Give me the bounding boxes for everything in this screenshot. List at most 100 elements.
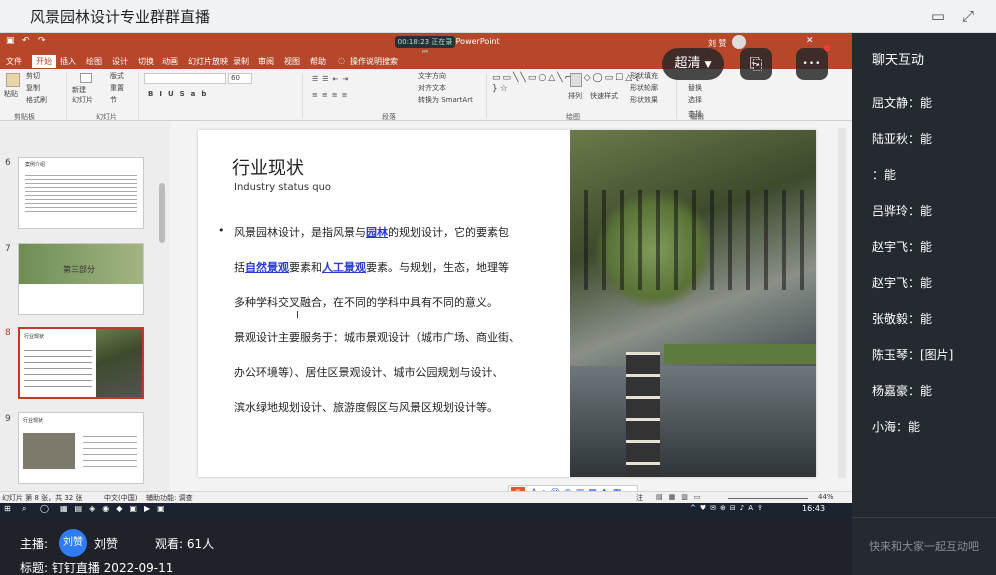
thumb-slide-9: 行业现状 xyxy=(18,412,144,484)
landscape-photo xyxy=(570,130,816,477)
thumb-caption: 行业现状 xyxy=(23,418,44,424)
save-icon: ▣ xyxy=(6,36,15,46)
slide-scrollbar[interactable] xyxy=(838,128,846,478)
ribbon-divider xyxy=(302,73,303,119)
fullscreen-icon[interactable]: ⤢ xyxy=(958,6,978,26)
thumbnail-scrollbar[interactable] xyxy=(159,183,165,243)
share-icon[interactable]: ⎘ xyxy=(740,48,772,80)
menu-home: 开始 xyxy=(32,55,56,68)
format-painter-label: 格式刷 xyxy=(26,96,47,104)
system-tray-icons: ^♥✉⊕⊟♪A⇪ xyxy=(690,504,767,512)
thumb-slide-6: 案例介绍 xyxy=(18,157,144,229)
menu-transitions: 切换 xyxy=(138,57,154,66)
select-label: 选择 xyxy=(688,96,702,104)
menu-help: 帮助 xyxy=(310,57,326,66)
link-artificial-landscape[interactable]: 人工景观 xyxy=(322,261,366,274)
chat-message: 陆亚秋：能 xyxy=(872,132,933,146)
picture-in-picture-icon[interactable]: ▭ xyxy=(928,6,948,26)
thumb-slide-8-selected[interactable]: 行业现状 xyxy=(18,327,144,399)
video-area: ▣ ↶ ↷ ...PowerPoint 00:18:23 正在录屏 刘 赞 ✕ … xyxy=(0,33,852,517)
new-slide-icon xyxy=(80,73,92,83)
shape-outline-label: 形状轮廓 xyxy=(630,84,658,92)
ribbon-divider xyxy=(66,73,67,119)
link-natural-landscape[interactable]: 自然景观 xyxy=(245,261,289,274)
notification-dot xyxy=(824,45,830,51)
more-button[interactable]: ••• xyxy=(796,48,828,80)
text: 要素。与规划，生态，地理等 xyxy=(366,261,509,274)
chevron-down-icon: ▼ xyxy=(704,60,712,70)
slide-thumbnail-pane: 6 案例介绍 7 第三部分 8 行业现状 9 行业现状 xyxy=(0,122,170,517)
quality-label: 超清 xyxy=(674,56,701,71)
search-icon: ⌕ xyxy=(22,504,27,513)
thumb-caption: 行业现状 xyxy=(24,334,45,340)
group-editing: 编辑 xyxy=(690,113,704,121)
new-slide-label: 新建 幻灯片 xyxy=(72,86,93,104)
thumb-number: 9 xyxy=(5,414,11,424)
chat-input-hint[interactable]: 快来和大家一起互动吧 xyxy=(852,517,996,575)
app-window: 风景园林设计专业群群直播 ▭ ⤢ ▣ ↶ ↷ ...PowerPoint 00:… xyxy=(0,0,996,575)
thumb-text-lines xyxy=(83,431,137,471)
undo-icon: ↶ xyxy=(22,36,30,46)
text-direction-label: 文字方向 xyxy=(418,72,446,80)
menu-animations: 动画 xyxy=(162,57,178,66)
slide-title: 行业现状 xyxy=(232,158,304,179)
host-name: 刘赞 xyxy=(94,537,119,551)
avatar[interactable]: 刘赞 xyxy=(59,529,87,557)
top-bar: 风景园林设计专业群群直播 ▭ ⤢ xyxy=(0,0,996,33)
shared-screen-powerpoint: ▣ ↶ ↷ ...PowerPoint 00:18:23 正在录屏 刘 赞 ✕ … xyxy=(0,33,852,517)
zoom-slider[interactable] xyxy=(728,498,808,499)
group-slides: 幻灯片 xyxy=(96,113,117,121)
slide-text-line: 景观设计主要服务于：城市景观设计（城市广场、商业街、 xyxy=(234,331,520,344)
slide-text-line: 多种学科交叉融合，在不同的学科中具有不同的意义。 xyxy=(234,296,498,309)
quick-styles-label: 快速样式 xyxy=(590,92,618,100)
chat-message: 小海：能 xyxy=(872,420,921,434)
font-style-buttons: BIUSab xyxy=(148,90,213,98)
smartart-label: 转换为 SmartArt xyxy=(418,96,473,104)
photo-hedge xyxy=(664,344,816,364)
quality-button[interactable]: 超清 ▼ xyxy=(662,48,724,80)
link-garden[interactable]: 园林 xyxy=(366,226,388,239)
thumb-number: 6 xyxy=(5,158,11,168)
chat-message: 吕骅玲：能 xyxy=(872,204,933,218)
section-label: 节 xyxy=(110,96,117,104)
slide-text-line: 滨水绿地规划设计、旅游度假区与风景区规划设计等。 xyxy=(234,401,498,414)
slide-count: 幻灯片 第 8 张，共 32 张 xyxy=(2,494,83,502)
bullet-point: • xyxy=(218,224,225,237)
slide-text-line: 办公环境等）、居住区景观设计、城市公园规划与设计、 xyxy=(234,366,504,379)
thumb-slide-7: 第三部分 xyxy=(18,243,144,315)
photo-water xyxy=(570,366,816,477)
menu-review: 审阅 xyxy=(258,57,274,66)
menu-view: 视图 xyxy=(284,57,300,66)
font-size-field: 60 xyxy=(228,73,252,84)
align-buttons: ≡≡≡≡ xyxy=(312,91,352,99)
slide-text-line: 括自然景观要素和人工景观要素。与规划，生态，地理等 xyxy=(234,259,509,275)
view-buttons[interactable]: ▤▦▥▭ xyxy=(656,493,706,501)
current-slide: 行业现状 Industry status quo • 风景园林设计，是指风景与园… xyxy=(198,130,816,477)
arrange-label: 排列 xyxy=(568,92,582,100)
chat-header: 聊天互动 xyxy=(872,53,925,68)
menu-design: 设计 xyxy=(112,57,128,66)
zoom-level: 44% xyxy=(818,493,834,501)
chat-list: 屈文静：能 陆亚秋：能 ：能 吕骅玲：能 赵宇飞：能 赵宇飞：能 张敬毅：能 陈… xyxy=(852,85,996,445)
thumb-number: 7 xyxy=(5,244,11,254)
list-buttons: ☰☰⇤⇥ xyxy=(312,75,353,83)
chat-message: 张敬毅：能 xyxy=(872,312,933,326)
font-name-field xyxy=(144,73,226,84)
chat-panel: 聊天互动 屈文静：能 陆亚秋：能 ：能 吕骅玲：能 赵宇飞：能 赵宇飞：能 张敬… xyxy=(852,33,996,575)
thumb-number: 8 xyxy=(5,328,11,338)
thumb-text-lines xyxy=(24,345,92,389)
shape-fill-label: 形状填充 xyxy=(630,72,658,80)
group-drawing: 绘图 xyxy=(566,113,580,121)
slide-subtitle: Industry status quo xyxy=(234,182,332,193)
user-avatar xyxy=(732,35,746,49)
live-subject: 标题: 钉钉直播 2022-09-11 xyxy=(20,561,174,575)
host-label: 主播: xyxy=(20,537,49,551)
thumb-caption: 第三部分 xyxy=(63,265,95,274)
text: 的规划设计，它的要素包 xyxy=(388,226,509,239)
notes-button[interactable]: 注 xyxy=(636,493,643,503)
live-title: 风景园林设计专业群群直播 xyxy=(30,8,211,26)
taskbar-clock: 16:43 xyxy=(802,504,826,513)
thumb-caption: 案例介绍 xyxy=(25,162,46,168)
text: 括 xyxy=(234,261,245,274)
photo-lanterns xyxy=(626,352,660,477)
